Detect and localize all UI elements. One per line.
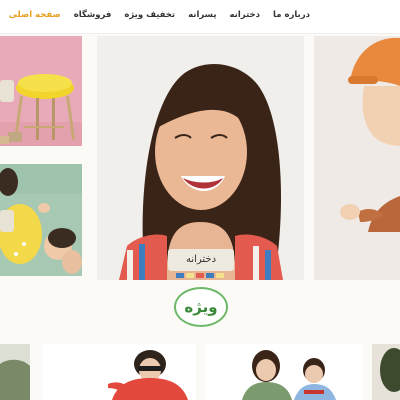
product-image <box>372 344 400 400</box>
nav-item-boys[interactable]: پسرانه <box>188 10 216 20</box>
nav-item-shop[interactable]: فروشگاه <box>74 10 112 20</box>
category-tile-boy[interactable] <box>314 36 400 280</box>
laughing-girl-image <box>97 36 304 280</box>
hero-girls-tile[interactable] <box>97 36 304 280</box>
special-badge: ویژه <box>174 287 228 327</box>
top-nav: صفحه اصلی فروشگاه تخفیف ویژه پسرانه دختر… <box>0 0 400 34</box>
nav-item-girls[interactable]: دخترانه <box>230 10 261 20</box>
boy-image <box>314 36 400 280</box>
tile-label-tab[interactable] <box>0 210 14 232</box>
nav-item-special-discount[interactable]: تخفیف ویژه <box>124 10 175 20</box>
stripe-decoration <box>186 273 194 278</box>
tile-label-tab[interactable] <box>0 80 14 102</box>
product-image <box>0 344 30 400</box>
nav-item-about[interactable]: درباره ما <box>273 10 310 20</box>
stripe-decoration <box>206 273 214 278</box>
product-image <box>206 344 362 400</box>
product-image <box>42 344 196 400</box>
special-badge-label: ویژه <box>184 298 218 316</box>
product-card[interactable] <box>206 344 362 400</box>
product-card[interactable] <box>372 344 400 400</box>
product-card[interactable] <box>0 344 30 400</box>
page: صفحه اصلی فروشگاه تخفیف ویژه پسرانه دختر… <box>0 0 400 400</box>
stripe-decoration <box>216 273 224 278</box>
product-card[interactable] <box>42 344 196 400</box>
stripe-decoration <box>196 273 204 278</box>
stripe-decoration <box>176 273 184 278</box>
nav-item-home[interactable]: صفحه اصلی <box>9 10 61 20</box>
hero-caption-button[interactable]: دخترانه <box>168 249 234 271</box>
nav-menu: صفحه اصلی فروشگاه تخفیف ویژه پسرانه دختر… <box>9 10 310 20</box>
